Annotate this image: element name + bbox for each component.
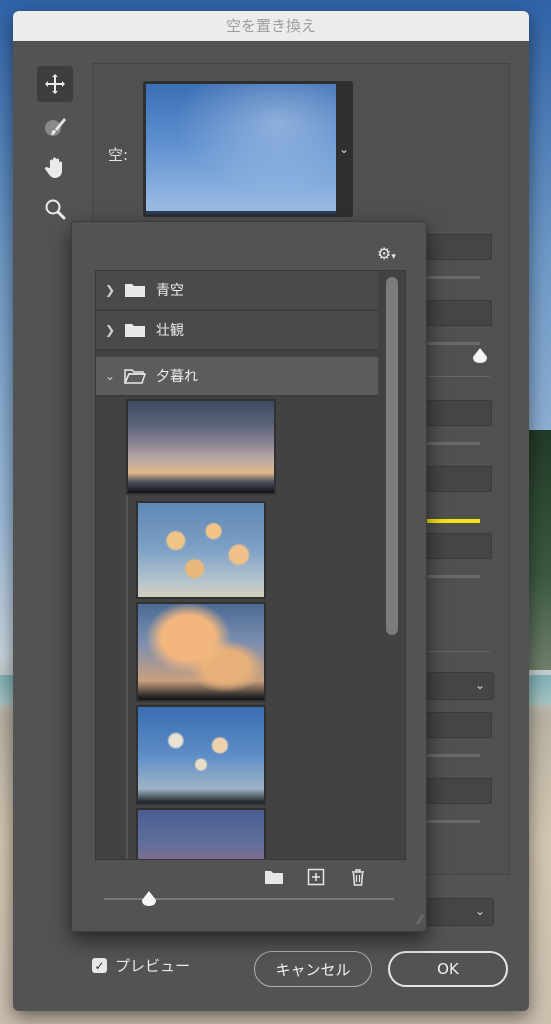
dialog-title: 空を置き換え [13, 11, 529, 41]
cancel-button[interactable]: キャンセル [254, 951, 372, 987]
sky-brush-tool-button[interactable] [37, 108, 73, 144]
sky-thumbnail[interactable] [136, 602, 266, 702]
chevron-right-icon[interactable]: ❯ [96, 323, 124, 337]
value-field-2[interactable] [426, 300, 492, 326]
folder-row-sunset[interactable]: ⌄ 夕暮れ [96, 357, 378, 397]
sky-thumbnail[interactable] [136, 501, 266, 599]
thumbnail-size-knob[interactable] [140, 890, 158, 912]
folder-row-blue-sky[interactable]: ❯ 青空 [96, 271, 378, 311]
selected-sky-thumbnail [146, 84, 336, 214]
color-slider-track[interactable] [426, 519, 480, 523]
hand-icon [44, 157, 62, 178]
value-field-6[interactable] [426, 712, 492, 738]
value-field-5[interactable] [426, 533, 492, 559]
value-field-7[interactable] [426, 778, 492, 804]
scrollbar-thumb[interactable] [386, 277, 398, 635]
folder-open-icon [123, 368, 147, 384]
chevron-down-icon: ⌄ [474, 678, 485, 692]
chevron-down-icon[interactable]: ⌄ [96, 369, 124, 383]
sky-thumbnail[interactable] [126, 399, 276, 495]
zoom-tool-button[interactable] [37, 191, 73, 227]
move-icon [45, 74, 65, 94]
section-divider-2 [426, 651, 490, 652]
folder-label: 青空 [156, 283, 184, 299]
folder-row-spectacular[interactable]: ❯ 壮観 [96, 311, 378, 351]
sky-brush-icon [45, 118, 66, 136]
sky-selector[interactable]: ⌄ [143, 81, 353, 217]
sky-thumbnail[interactable] [136, 808, 266, 859]
zoom-icon [45, 199, 66, 220]
preview-checkbox[interactable]: ✓ [92, 958, 107, 973]
slider-track-5[interactable] [426, 575, 480, 578]
slider-track-7[interactable] [426, 820, 480, 823]
value-field-1[interactable] [426, 234, 492, 260]
chevron-down-icon[interactable]: ⌄ [335, 81, 353, 217]
hand-tool-button[interactable] [37, 150, 73, 186]
folder-label: 夕暮れ [156, 369, 198, 385]
move-tool-button[interactable] [37, 66, 73, 102]
value-field-3[interactable] [426, 400, 492, 426]
sky-library-popover: ⚙▾ ❯ 青空 ❯ 壮観 ⌄ 夕暮れ ⁄⁄ [71, 221, 427, 932]
slider-track-2[interactable] [426, 342, 480, 345]
add-sky-icon[interactable] [306, 867, 326, 887]
folder-icon [124, 282, 146, 298]
trash-icon[interactable] [348, 867, 368, 887]
sky-label: 空: [108, 146, 129, 164]
preview-label: プレビュー [115, 957, 191, 975]
section-divider-1 [426, 376, 490, 377]
slider-track-6[interactable] [426, 754, 480, 757]
chevron-down-icon: ⌄ [474, 904, 485, 918]
value-field-4[interactable] [426, 466, 492, 492]
preview-checkbox-row[interactable]: ✓ プレビュー [92, 955, 190, 976]
gear-icon[interactable]: ⚙▾ [377, 244, 396, 263]
library-actions [264, 867, 368, 887]
sky-library-list: ❯ 青空 ❯ 壮観 ⌄ 夕暮れ [95, 270, 406, 860]
folder-label: 壮観 [156, 323, 184, 339]
output-dropdown[interactable]: ⌄ [426, 672, 494, 700]
sky-thumbnail[interactable] [136, 705, 266, 805]
chevron-right-icon[interactable]: ❯ [96, 283, 124, 297]
new-folder-icon[interactable] [264, 867, 284, 887]
slider-track-1[interactable] [426, 276, 480, 279]
output-to-dropdown[interactable]: ⌄ [426, 898, 494, 926]
ok-button[interactable]: OK [388, 951, 508, 987]
slider-track-3[interactable] [426, 442, 480, 445]
resize-grip-icon[interactable]: ⁄⁄ [418, 913, 422, 927]
folder-icon [124, 322, 146, 338]
